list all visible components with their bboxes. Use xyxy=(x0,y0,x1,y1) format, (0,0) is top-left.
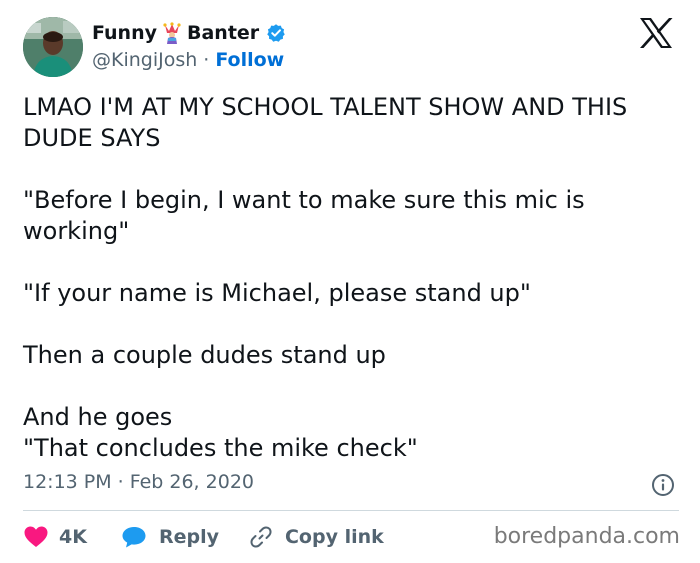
display-name[interactable]: Funny xyxy=(92,22,157,44)
copy-link-button[interactable]: Copy link xyxy=(249,525,384,549)
handle-row: @KingiJosh · Follow xyxy=(92,48,284,72)
tweet-timestamp[interactable]: 12:13 PM · Feb 26, 2020 xyxy=(23,471,254,493)
tweet-line: "That concludes the mike check" xyxy=(23,434,418,462)
user-name-row[interactable]: Funny Banter xyxy=(92,20,286,46)
reply-button[interactable]: Reply xyxy=(121,525,219,549)
avatar-photo xyxy=(23,17,83,77)
tweet-text: LMAO I'M AT MY SCHOOL TALENT SHOW AND TH… xyxy=(23,92,683,464)
tweet-line: Then a couple dudes stand up xyxy=(23,341,386,369)
meta-separator: · xyxy=(117,471,124,493)
divider xyxy=(23,510,679,511)
verified-badge-icon xyxy=(266,23,286,43)
x-logo-icon[interactable] xyxy=(638,17,674,49)
copy-link-label: Copy link xyxy=(284,526,384,548)
tweet-line: "If your name is Michael, please stand u… xyxy=(23,279,531,307)
tweet-time: 12:13 PM xyxy=(23,471,112,493)
tweet-line: "Before I begin, I want to make sure thi… xyxy=(23,186,585,245)
follow-button[interactable]: Follow xyxy=(215,49,284,71)
tweet-line: And he goes xyxy=(23,403,173,431)
heart-icon xyxy=(24,526,48,547)
action-bar: 4K Reply Copy link xyxy=(23,522,384,552)
like-count: 4K xyxy=(59,526,87,548)
user-handle[interactable]: @KingiJosh xyxy=(92,49,197,71)
display-name-suffix[interactable]: Banter xyxy=(187,22,259,44)
reply-label: Reply xyxy=(158,526,219,548)
reply-bubble-icon xyxy=(122,527,146,548)
tweet-card: Funny Banter @KingiJosh · Follow LMAO I'… xyxy=(0,0,700,563)
tweet-line: LMAO I'M AT MY SCHOOL TALENT SHOW AND TH… xyxy=(23,93,628,152)
jester-emoji-icon xyxy=(162,22,182,44)
like-button[interactable]: 4K xyxy=(23,525,87,549)
tweet-date: Feb 26, 2020 xyxy=(129,471,254,493)
watermark: boredpanda.com xyxy=(493,524,680,549)
link-icon xyxy=(250,526,272,548)
avatar[interactable] xyxy=(23,17,83,77)
info-icon[interactable] xyxy=(651,473,675,497)
handle-separator: · xyxy=(203,49,210,71)
